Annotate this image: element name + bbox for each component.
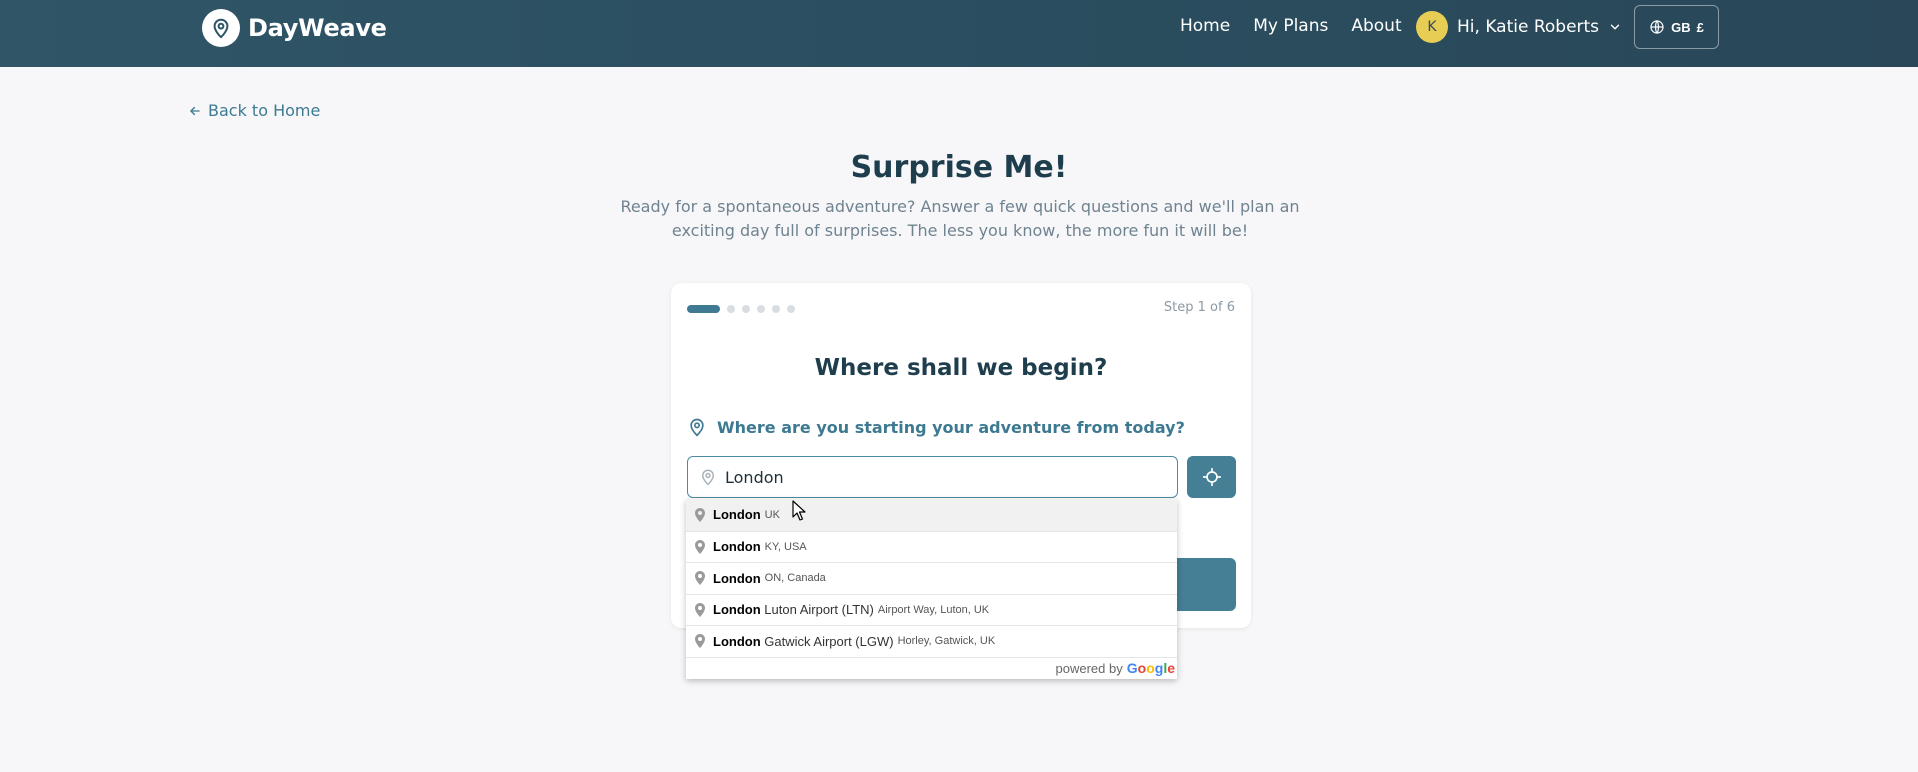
map-pin-logo-icon xyxy=(202,9,240,47)
suggestion-secondary: UK xyxy=(764,508,780,521)
map-marker-icon xyxy=(693,539,707,554)
location-suggestions: London UK London KY, USA London ON, Cana… xyxy=(686,499,1177,679)
powered-by-footer: powered by Google xyxy=(686,656,1177,679)
currency-symbol: £ xyxy=(1696,19,1704,35)
suggestion-main: London xyxy=(713,539,761,555)
progress-step-dot xyxy=(772,305,780,313)
map-marker-icon xyxy=(693,602,707,617)
progress-step-dot xyxy=(727,305,735,313)
region-code: GB xyxy=(1671,19,1691,35)
suggestion-secondary: ON, Canada xyxy=(764,572,826,585)
google-logo: Google xyxy=(1126,660,1175,676)
suggestion-item[interactable]: London ON, Canada xyxy=(686,562,1177,594)
locale-selector[interactable]: GB £ xyxy=(1634,5,1719,49)
suggestion-secondary: KY, USA xyxy=(764,540,807,553)
powered-by-text: powered by xyxy=(1055,660,1123,676)
suggestion-main: London xyxy=(713,570,761,586)
location-field[interactable] xyxy=(687,456,1178,498)
brand[interactable]: DayWeave xyxy=(202,9,387,47)
map-marker-icon xyxy=(693,634,707,649)
progress-step-dot xyxy=(742,305,750,313)
nav-my-plans-link[interactable]: My Plans xyxy=(1253,16,1328,36)
suggestion-item[interactable]: London Luton Airport (LTN) Airport Way, … xyxy=(686,593,1177,626)
main-nav: Home My Plans About xyxy=(1180,16,1425,36)
suggestion-main-rest: Luton Airport (LTN) xyxy=(764,602,874,618)
step-title: Where shall we begin? xyxy=(814,355,1108,381)
user-greeting: Hi, Katie Roberts xyxy=(1457,17,1600,37)
brand-name: DayWeave xyxy=(248,14,387,42)
suggestion-main: London xyxy=(713,633,761,649)
nav-about-link[interactable]: About xyxy=(1351,16,1401,36)
suggestion-secondary: Horley, Gatwick, UK xyxy=(897,635,996,648)
step-indicator: Step 1 of 6 xyxy=(1163,300,1235,315)
back-to-home-link[interactable]: Back to Home xyxy=(188,101,320,120)
suggestion-item[interactable]: London UK xyxy=(686,499,1177,531)
suggestion-item[interactable]: London Gatwick Airport (LGW) Horley, Gat… xyxy=(686,625,1177,657)
progress-step-active xyxy=(687,305,720,313)
arrow-left-icon xyxy=(190,106,200,115)
map-pin-icon xyxy=(690,418,704,437)
top-navigation-bar: DayWeave Home My Plans About K Hi, Katie… xyxy=(0,0,1918,67)
nav-home-link[interactable]: Home xyxy=(1180,16,1230,36)
suggestion-main: London xyxy=(713,507,761,523)
suggestion-main: London xyxy=(713,602,761,618)
globe-icon xyxy=(1650,20,1664,34)
continue-button[interactable] xyxy=(1171,558,1236,611)
suggestion-secondary: Airport Way, Luton, UK xyxy=(877,603,990,616)
page-subtitle: Ready for a spontaneous adventure? Answe… xyxy=(620,197,1300,240)
crosshair-icon xyxy=(1202,467,1221,487)
map-marker-icon xyxy=(693,571,707,586)
map-pin-icon xyxy=(702,469,714,486)
question-label: Where are you starting your adventure fr… xyxy=(687,417,1185,437)
use-current-location-button[interactable] xyxy=(1187,456,1236,498)
location-input[interactable] xyxy=(725,467,1145,487)
mouse-cursor-icon xyxy=(792,500,806,521)
progress-step-dot xyxy=(787,305,795,313)
avatar: K xyxy=(1416,11,1448,43)
step-progress xyxy=(687,305,795,313)
progress-step-dot xyxy=(757,305,765,313)
suggestion-item[interactable]: London KY, USA xyxy=(686,530,1177,563)
chevron-down-icon xyxy=(1610,24,1620,30)
page-title: Surprise Me! xyxy=(850,150,1068,185)
back-link-label: Back to Home xyxy=(208,101,321,120)
suggestion-main-rest: Gatwick Airport (LGW) xyxy=(764,633,894,649)
map-marker-icon xyxy=(693,507,707,522)
question-text: Where are you starting your adventure fr… xyxy=(717,417,1185,437)
user-menu[interactable]: K Hi, Katie Roberts xyxy=(1416,11,1622,43)
